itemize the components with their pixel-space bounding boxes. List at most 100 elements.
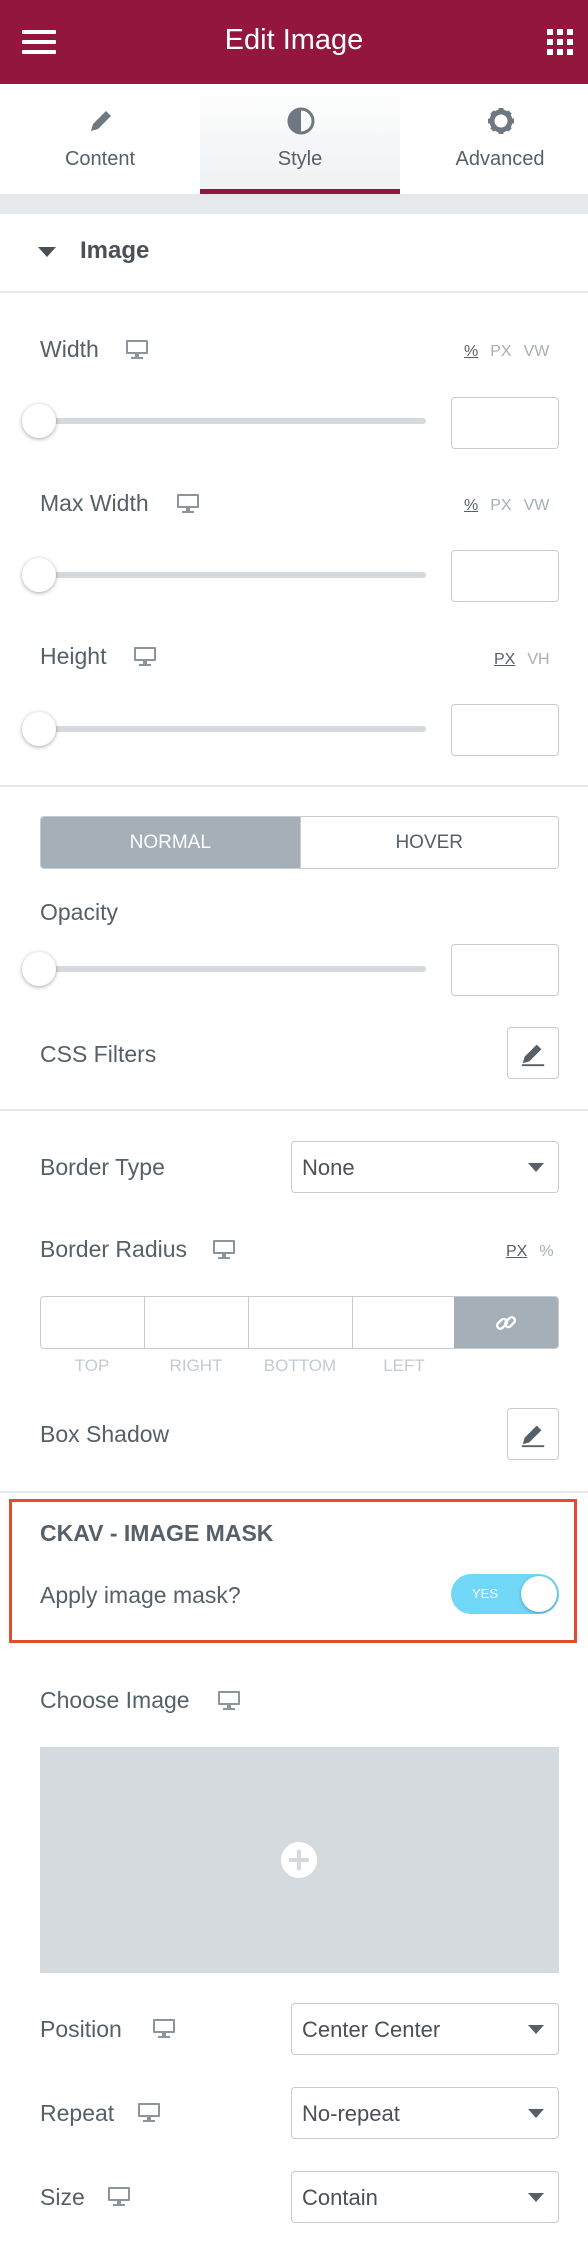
position-value: Center Center <box>302 2017 441 2042</box>
chevron-down-icon <box>528 2025 544 2034</box>
radius-right-input[interactable] <box>145 1297 249 1348</box>
box-shadow-edit-button[interactable] <box>507 1408 559 1460</box>
unit-vw[interactable]: VW <box>524 343 550 360</box>
toggle-yes-text: YES <box>472 1586 499 1601</box>
height-slider-handle[interactable] <box>22 712 56 746</box>
tab-hover[interactable]: HOVER <box>299 817 558 868</box>
border-type-label: Border Type <box>40 1154 165 1180</box>
link-icon <box>495 1316 517 1330</box>
radius-top-input[interactable] <box>41 1297 145 1348</box>
height-input[interactable] <box>451 704 559 756</box>
radius-left-input[interactable] <box>353 1297 457 1348</box>
border-type-select[interactable]: None <box>291 1141 559 1193</box>
max-width-input[interactable] <box>451 550 559 602</box>
max-width-slider-handle[interactable] <box>22 558 56 592</box>
dim-label-bottom: BOTTOM <box>263 1356 337 1375</box>
height-slider-track[interactable] <box>40 726 426 732</box>
monitor-icon[interactable] <box>153 2019 175 2039</box>
opacity-slider-track[interactable] <box>40 966 426 972</box>
dim-label-left: LEFT <box>383 1356 425 1375</box>
divider <box>0 1491 588 1493</box>
monitor-icon[interactable] <box>177 494 199 514</box>
unit-px[interactable]: PX <box>490 497 511 514</box>
monitor-icon[interactable] <box>218 1691 240 1711</box>
max-width-units: % PX VW <box>452 497 549 515</box>
unit-percent[interactable]: % <box>464 497 478 514</box>
box-shadow-label: Box Shadow <box>40 1421 170 1447</box>
opacity-input[interactable] <box>451 944 559 996</box>
tab-content-label: Content <box>64 148 136 170</box>
height-label: Height <box>40 643 107 669</box>
tab-content[interactable]: Content <box>0 84 200 194</box>
tab-normal[interactable]: NORMAL <box>41 817 300 868</box>
width-input[interactable] <box>451 397 559 449</box>
opacity-slider-handle[interactable] <box>22 952 56 986</box>
css-filters-edit-button[interactable] <box>507 1027 559 1079</box>
css-filters-label: CSS Filters <box>40 1041 157 1067</box>
caret-down-icon[interactable] <box>38 247 56 257</box>
height-units: PX VH <box>482 651 550 669</box>
toggle-knob <box>521 1576 557 1612</box>
border-radius-label: Border Radius <box>40 1236 188 1262</box>
unit-vh[interactable]: VH <box>527 651 549 668</box>
pencil-icon <box>91 111 111 131</box>
divider <box>0 785 588 787</box>
width-label: Width <box>40 336 99 362</box>
apply-image-mask-toggle[interactable]: YES <box>451 1574 559 1614</box>
border-radius-inputs <box>40 1296 559 1349</box>
width-units: % PX VW <box>452 343 549 361</box>
width-slider-handle[interactable] <box>22 404 56 438</box>
tab-advanced[interactable]: Advanced <box>400 84 588 194</box>
divider <box>0 1109 588 1111</box>
gear-icon <box>488 108 514 134</box>
border-type-value: None <box>302 1155 355 1180</box>
monitor-icon[interactable] <box>213 1240 235 1260</box>
unit-px[interactable]: PX <box>494 651 515 668</box>
max-width-slider-track[interactable] <box>40 572 426 578</box>
divider <box>0 291 588 293</box>
size-value: Contain <box>302 2185 378 2210</box>
position-select[interactable]: Center Center <box>291 2003 559 2055</box>
dim-label-right: RIGHT <box>169 1356 223 1375</box>
image-picker[interactable] <box>40 1747 559 1973</box>
width-slider-track[interactable] <box>40 418 426 424</box>
radius-bottom-input[interactable] <box>249 1297 353 1348</box>
panel-title: Edit Image <box>224 24 364 56</box>
monitor-icon[interactable] <box>138 2103 160 2123</box>
unit-px[interactable]: PX <box>506 1243 527 1260</box>
monitor-icon[interactable] <box>126 340 148 360</box>
panel-header: Edit Image <box>0 0 588 84</box>
section-title[interactable]: Image <box>80 237 149 265</box>
tab-style[interactable]: Style <box>200 84 400 194</box>
repeat-select[interactable]: No-repeat <box>291 2087 559 2139</box>
opacity-label: Opacity <box>40 899 118 925</box>
unit-percent[interactable]: % <box>464 343 478 360</box>
choose-image-label: Choose Image <box>40 1687 190 1713</box>
unit-px[interactable]: PX <box>490 343 511 360</box>
monitor-icon[interactable] <box>108 2187 130 2207</box>
chevron-down-icon <box>528 1163 544 1172</box>
tab-style-label: Style <box>277 148 323 170</box>
repeat-value: No-repeat <box>302 2101 400 2126</box>
pencil-icon <box>521 1425 545 1448</box>
max-width-label: Max Width <box>40 490 149 516</box>
plus-icon[interactable] <box>281 1842 317 1878</box>
half-circle-icon <box>287 107 315 135</box>
widgets-grid-icon[interactable] <box>547 29 573 55</box>
unit-percent[interactable]: % <box>539 1243 553 1260</box>
position-label: Position <box>40 2016 122 2042</box>
dim-label-top: TOP <box>74 1356 110 1375</box>
apply-image-mask-label: Apply image mask? <box>40 1582 241 1608</box>
size-select[interactable]: Contain <box>291 2171 559 2223</box>
link-values-button[interactable] <box>454 1297 558 1348</box>
repeat-label: Repeat <box>40 2100 115 2126</box>
state-tabs: NORMAL HOVER <box>40 816 559 869</box>
tab-advanced-label: Advanced <box>455 148 545 170</box>
chevron-down-icon <box>528 2109 544 2118</box>
unit-vw[interactable]: VW <box>524 497 550 514</box>
ckav-section-title: CKAV - IMAGE MASK <box>40 1520 274 1546</box>
monitor-icon[interactable] <box>134 647 156 667</box>
chevron-down-icon <box>528 2193 544 2202</box>
pencil-icon <box>521 1044 545 1067</box>
border-radius-units: PX% <box>494 1243 554 1261</box>
